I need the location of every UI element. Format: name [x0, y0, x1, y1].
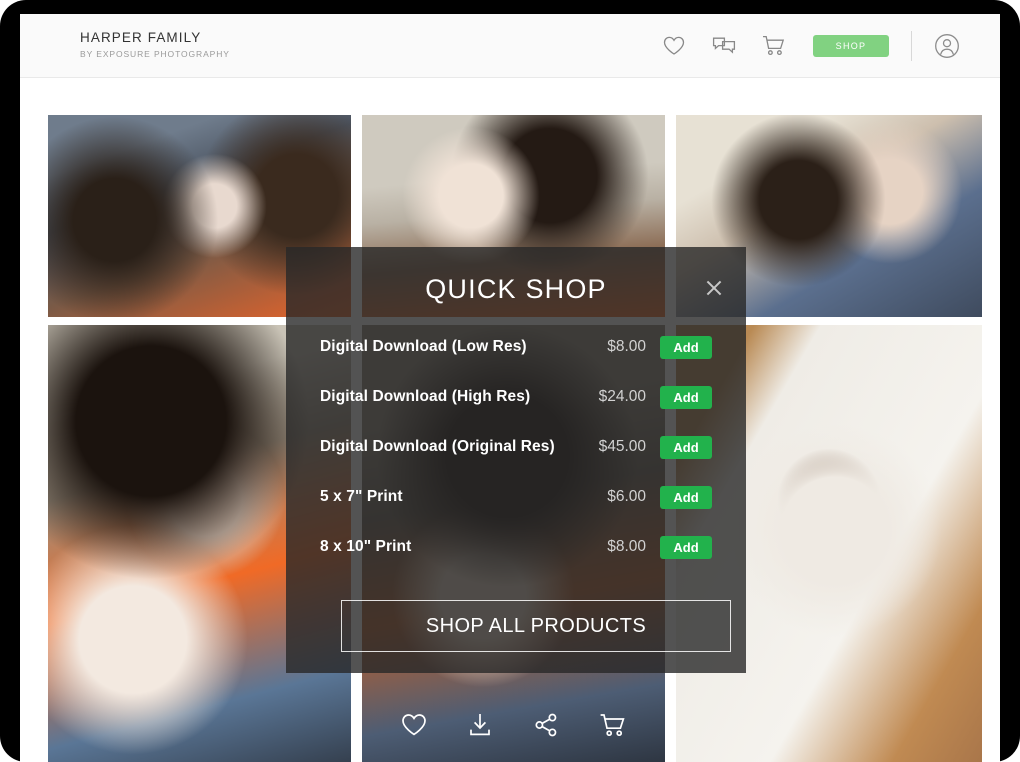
- product-price: $8.00: [607, 538, 646, 555]
- account-icon[interactable]: [934, 33, 960, 59]
- quick-shop-modal: QUICK SHOP Digital Download (Low Res) $8…: [286, 247, 746, 673]
- product-name: Digital Download (Original Res): [320, 438, 555, 455]
- add-button[interactable]: Add: [660, 485, 712, 509]
- product-price: $6.00: [607, 488, 646, 505]
- product-name: Digital Download (Low Res): [320, 338, 527, 355]
- product-row: 8 x 10" Print $8.00 Add: [320, 522, 712, 572]
- brand-subtitle: BY EXPOSURE PHOTOGRAPHY: [80, 49, 230, 59]
- quick-shop-title: QUICK SHOP: [425, 274, 607, 304]
- add-to-cart-icon[interactable]: [599, 712, 627, 738]
- product-price: $45.00: [598, 438, 646, 455]
- close-icon[interactable]: [699, 273, 729, 303]
- product-price: $24.00: [598, 388, 646, 405]
- download-icon[interactable]: [467, 712, 493, 738]
- product-row: Digital Download (High Res) $24.00 Add: [320, 372, 712, 422]
- shop-button[interactable]: SHOP: [813, 35, 889, 57]
- product-row: 5 x 7" Print $6.00 Add: [320, 472, 712, 522]
- favorites-icon[interactable]: [649, 26, 699, 66]
- product-price: $8.00: [607, 338, 646, 355]
- product-list: Digital Download (Low Res) $8.00 Add Dig…: [320, 322, 712, 572]
- share-icon[interactable]: [533, 712, 559, 738]
- product-row: Digital Download (Original Res) $45.00 A…: [320, 422, 712, 472]
- comments-icon[interactable]: [699, 26, 749, 66]
- brand-title: HARPER FAMILY: [80, 30, 202, 45]
- header-actions: SHOP: [649, 14, 960, 78]
- add-button[interactable]: Add: [660, 335, 712, 359]
- add-button[interactable]: Add: [660, 385, 712, 409]
- cart-icon[interactable]: [749, 26, 799, 66]
- browser-screen: HARPER FAMILY BY EXPOSURE PHOTOGRAPHY SH…: [20, 14, 1000, 762]
- add-button[interactable]: Add: [660, 535, 712, 559]
- product-name: 8 x 10" Print: [320, 538, 412, 555]
- product-name: 5 x 7" Print: [320, 488, 403, 505]
- brand: HARPER FAMILY BY EXPOSURE PHOTOGRAPHY: [80, 30, 230, 59]
- site-header: HARPER FAMILY BY EXPOSURE PHOTOGRAPHY SH…: [20, 14, 1000, 78]
- photo-action-toolbar: [362, 687, 665, 762]
- product-row: Digital Download (Low Res) $8.00 Add: [320, 322, 712, 372]
- favorite-icon[interactable]: [401, 713, 427, 737]
- add-button[interactable]: Add: [660, 435, 712, 459]
- product-name: Digital Download (High Res): [320, 388, 531, 405]
- device-bezel: HARPER FAMILY BY EXPOSURE PHOTOGRAPHY SH…: [0, 0, 1020, 762]
- shop-all-products-button[interactable]: SHOP ALL PRODUCTS: [341, 600, 731, 652]
- header-divider: [911, 31, 912, 61]
